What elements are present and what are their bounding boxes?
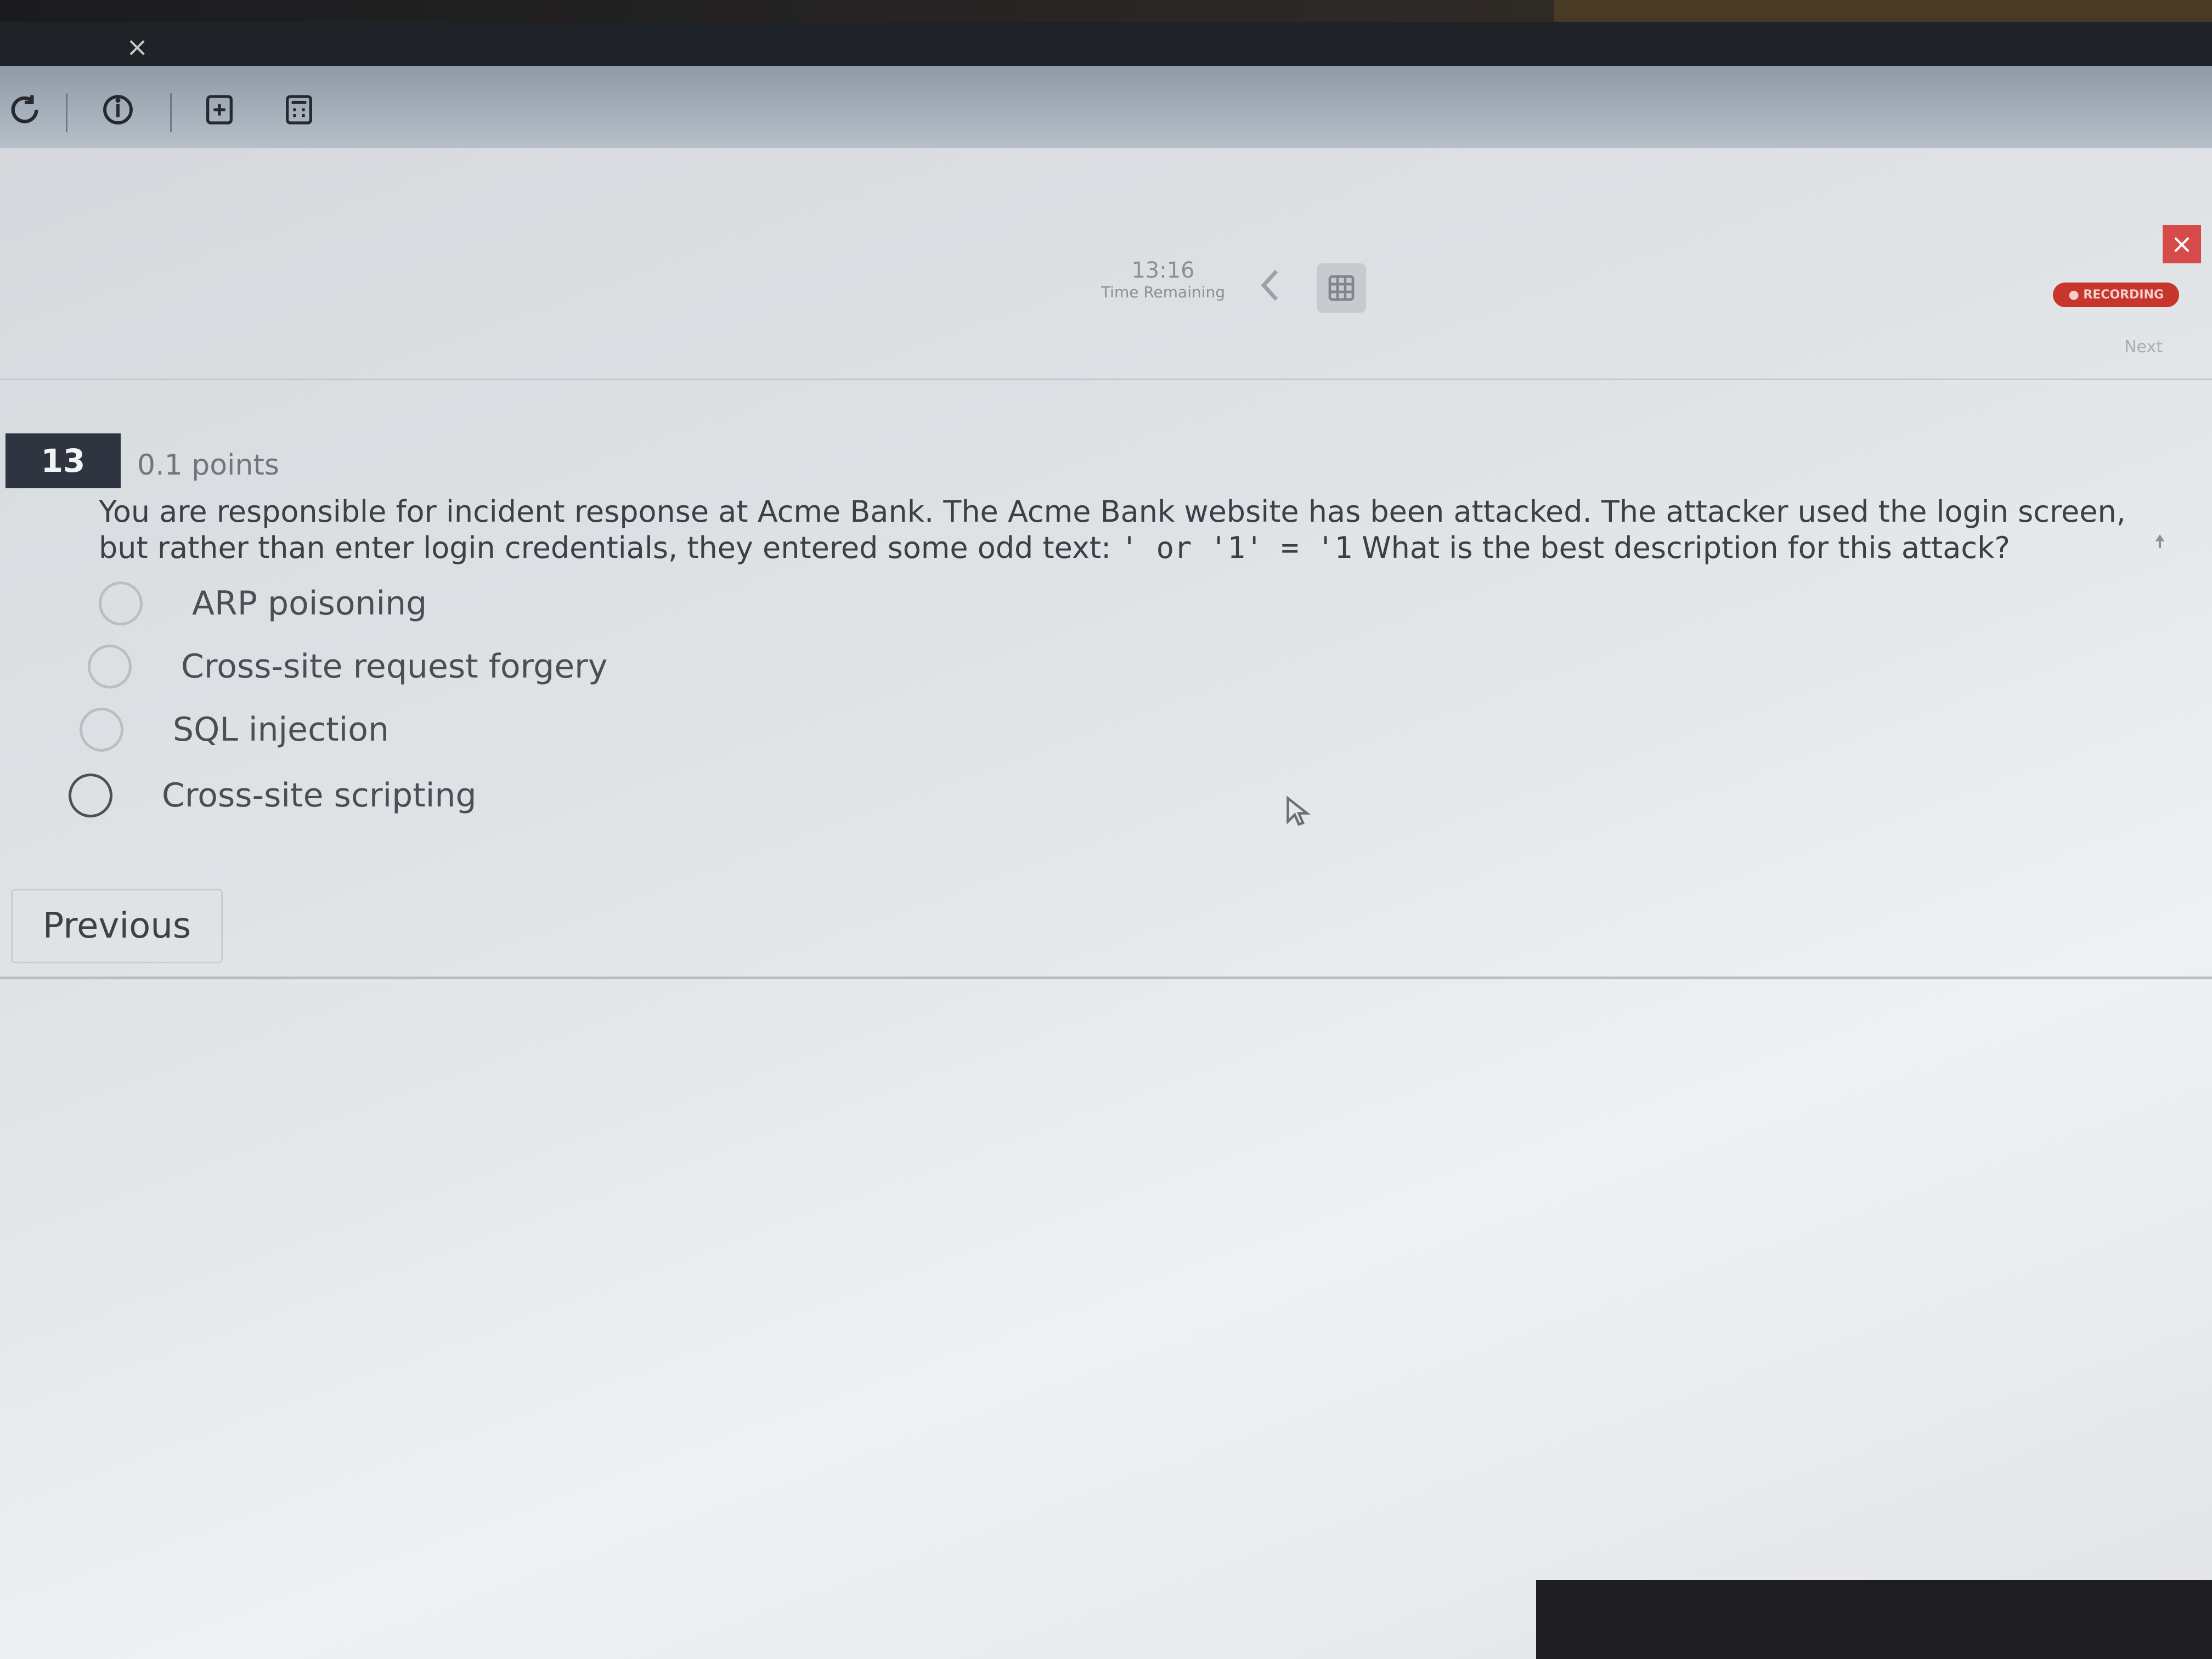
toolbar-separator (66, 93, 67, 132)
new-document-icon[interactable] (195, 88, 244, 132)
tab-close-icon[interactable]: × (126, 32, 148, 63)
recording-badge: ● RECORDING (2053, 283, 2179, 307)
timer-value: 13:16 (1131, 258, 1195, 283)
question-points: 0.1 points (137, 449, 279, 482)
info-icon[interactable] (93, 88, 143, 132)
question-number: 13 (5, 433, 121, 488)
exam-header: 13:16 Time Remaining × ● RECORDING Next (0, 148, 2212, 380)
calculator-icon[interactable] (274, 88, 324, 132)
calculator-grid-icon (1328, 275, 1355, 301)
radio-button[interactable] (69, 774, 112, 817)
divider (0, 977, 2212, 979)
pin-icon[interactable] (2146, 532, 2174, 560)
answer-option-label: ARP poisoning (192, 584, 427, 623)
calculator-button[interactable] (1317, 263, 1366, 313)
question-card: 13 0.1 points You are responsible for in… (0, 406, 2212, 988)
timer-label: Time Remaining (1101, 283, 1226, 301)
browser-chrome: × (0, 22, 2212, 148)
browser-toolbar (0, 66, 2212, 148)
monitor-bezel-bottom (1536, 1580, 2212, 1659)
radio-button[interactable] (88, 645, 132, 689)
question-text: You are responsible for incident respons… (99, 494, 2183, 566)
answer-option-label: Cross-site request forgery (181, 647, 608, 686)
question-text-part2: What is the best description for this at… (1362, 531, 2011, 565)
timer: 13:16 Time Remaining (1092, 258, 1234, 301)
answer-option-csrf[interactable]: Cross-site request forgery (88, 645, 607, 689)
radio-button[interactable] (80, 708, 123, 752)
radio-button[interactable] (99, 582, 143, 625)
close-icon[interactable]: × (2163, 225, 2201, 263)
previous-question-icon[interactable] (1245, 258, 1295, 313)
next-button[interactable]: Next (2124, 337, 2163, 357)
mouse-cursor-icon (1286, 795, 1311, 826)
question-text-code: ' or '1' = '1 (1120, 531, 1353, 565)
previous-button[interactable]: Previous (11, 889, 223, 963)
screen: × 13:16 Time Remaining × ● RECORDING Nex… (0, 22, 2212, 1659)
answer-option-xss[interactable]: Cross-site scripting (69, 774, 477, 817)
reload-icon[interactable] (0, 88, 49, 132)
tab-strip: × (0, 22, 2212, 66)
answer-option-label: SQL injection (173, 710, 390, 749)
answer-option-sql-injection[interactable]: SQL injection (80, 708, 389, 752)
toolbar-separator (170, 93, 172, 132)
answer-option-arp-poisoning[interactable]: ARP poisoning (99, 582, 427, 625)
answer-option-label: Cross-site scripting (162, 776, 477, 815)
